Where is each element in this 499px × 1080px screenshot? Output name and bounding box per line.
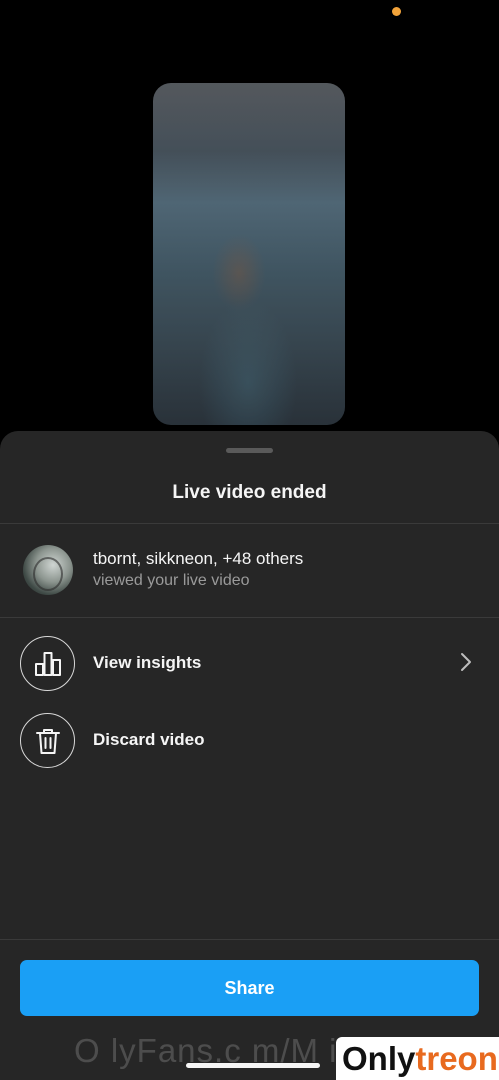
chevron-right-icon bbox=[460, 652, 472, 677]
discard-video-label: Discard video bbox=[93, 730, 205, 749]
live-video-preview bbox=[153, 83, 345, 425]
brand-logo: Only treon bbox=[336, 1037, 499, 1080]
sheet-title: Live video ended bbox=[172, 482, 327, 503]
bottom-sheet: Live video ended tbornt, sikkneon, +48 o… bbox=[0, 431, 499, 1080]
brand-logo-part2: treon bbox=[415, 1039, 498, 1077]
divider bbox=[0, 523, 499, 524]
viewers-summary[interactable]: tbornt, sikkneon, +48 others viewed your… bbox=[0, 525, 499, 617]
sheet-grabber[interactable] bbox=[226, 448, 273, 453]
share-button[interactable]: Share bbox=[20, 960, 479, 1016]
view-insights-row[interactable]: View insights bbox=[0, 629, 499, 701]
discard-video-row[interactable]: Discard video bbox=[0, 706, 499, 778]
viewers-subtitle: viewed your live video bbox=[93, 572, 250, 589]
status-indicator-dot bbox=[392, 7, 401, 16]
view-insights-label: View insights bbox=[93, 653, 202, 672]
bar-chart-icon bbox=[20, 636, 75, 691]
trash-icon bbox=[20, 713, 75, 768]
divider bbox=[0, 939, 499, 940]
brand-logo-part1: Only bbox=[342, 1039, 416, 1077]
avatar bbox=[23, 545, 73, 595]
divider bbox=[0, 617, 499, 618]
home-indicator[interactable] bbox=[186, 1063, 320, 1068]
viewers-names: tbornt, sikkneon, +48 others bbox=[93, 549, 304, 568]
